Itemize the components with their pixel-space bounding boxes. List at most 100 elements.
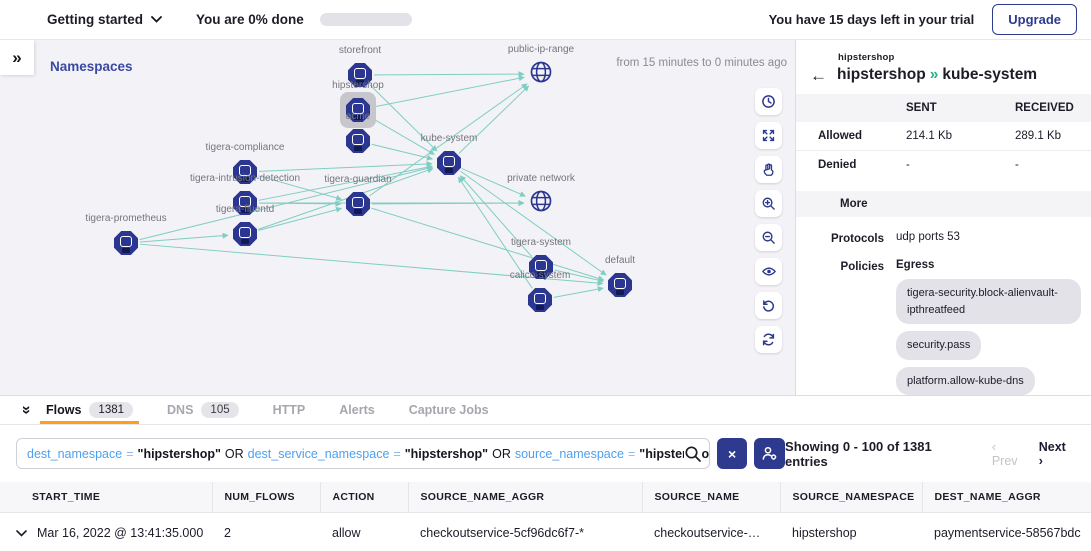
policy-badge[interactable]: platform.allow-kube-dns	[896, 367, 1035, 396]
tab-bar: » Flows1381 DNS105 HTTP Alerts Capture Jobs	[0, 396, 1091, 425]
sidebar-expand-button[interactable]: »	[0, 40, 34, 75]
traffic-col-header: SENT	[892, 94, 1007, 122]
flow-filter-input[interactable]: dest_namespace="hipstershop"ORdest_servi…	[16, 438, 710, 469]
namespace-icon	[608, 273, 632, 297]
pan-button[interactable]	[755, 156, 782, 183]
policy-badge[interactable]: security.pass	[896, 331, 981, 360]
pagination-summary: Showing 0 - 100 of 1381 entries	[785, 439, 976, 469]
flow-col-header[interactable]: SOURCE_NAME_AGGR	[408, 482, 642, 513]
flow-col-header[interactable]: SOURCE_NAME	[642, 482, 780, 513]
traffic-row: Denied--	[796, 151, 1091, 180]
flow-row[interactable]: Mar 16, 2022 @ 13:41:35.0002allowcheckou…	[0, 513, 1091, 551]
top-bar: Getting started You are 0% done You have…	[0, 0, 1091, 40]
tab-count-badge: 1381	[89, 402, 133, 418]
back-arrow-icon[interactable]: ←	[810, 67, 827, 84]
refresh-button[interactable]	[755, 326, 782, 353]
prev-page-link[interactable]: ‹ Prev	[992, 440, 1025, 468]
graph-node-kube-system[interactable]	[431, 145, 467, 181]
detail-panel: hipstershop ← hipstershop»kube-system SE…	[795, 40, 1091, 395]
collapse-panel-icon[interactable]: »	[17, 400, 35, 420]
namespace-icon	[348, 63, 372, 87]
graph-node-calico-system[interactable]	[522, 282, 558, 318]
flow-cell: hipstershop	[780, 513, 922, 551]
namespace-icon	[437, 151, 461, 175]
graph-node-tigera-fluentd[interactable]	[227, 216, 263, 252]
tab-capture-jobs[interactable]: Capture Jobs	[407, 396, 491, 424]
tab-flows[interactable]: Flows1381	[44, 396, 135, 424]
filter-token-kw: OR	[225, 447, 248, 461]
title-source: hipstershop	[837, 66, 926, 83]
zoom-in-icon	[761, 196, 776, 211]
graph-node-storefront[interactable]	[342, 57, 378, 93]
traffic-cell: Allowed	[796, 122, 892, 151]
flow-col-header[interactable]: START_TIME	[0, 482, 212, 513]
flow-col-header[interactable]: ACTION	[320, 482, 408, 513]
namespace-icon	[528, 288, 552, 312]
search-icon[interactable]	[684, 445, 702, 466]
tab-label: Alerts	[339, 403, 374, 417]
graph-node-tigera-system[interactable]	[523, 249, 559, 285]
flow-col-header[interactable]: DEST_NAME_AGGR	[922, 482, 1091, 513]
filter-token-field: source_namespace	[515, 447, 624, 461]
traffic-col-header	[796, 94, 892, 122]
tab-alerts[interactable]: Alerts	[337, 396, 376, 424]
graph-toolbar	[755, 88, 782, 353]
filter-token-field: dest_namespace	[27, 447, 122, 461]
namespace-icon	[233, 191, 257, 215]
tab-http[interactable]: HTTP	[271, 396, 308, 424]
flows-table: START_TIMENUM_FLOWSACTIONSOURCE_NAME_AGG…	[0, 482, 1091, 551]
more-section-header[interactable]: More	[796, 191, 1091, 217]
clear-filter-button[interactable]: ×	[717, 438, 748, 469]
row-expand-icon[interactable]	[16, 526, 27, 540]
getting-started-menu[interactable]: Getting started	[47, 12, 162, 27]
visibility-icon	[761, 264, 777, 279]
filter-token-op: =	[389, 447, 404, 461]
namespace-icon	[346, 129, 370, 153]
graph-node-public-ip-range[interactable]	[523, 56, 559, 92]
chevron-down-icon	[151, 16, 162, 23]
visibility-button[interactable]	[755, 258, 782, 285]
progress-bar	[320, 13, 412, 26]
history-button[interactable]	[755, 88, 782, 115]
upgrade-button[interactable]: Upgrade	[992, 4, 1077, 35]
traffic-cell: -	[1007, 151, 1091, 180]
history-icon	[761, 94, 776, 109]
tab-dns[interactable]: DNS105	[165, 396, 241, 424]
person-gear-icon	[761, 445, 778, 462]
zoom-in-button[interactable]	[755, 190, 782, 217]
tab-label: Capture Jobs	[409, 403, 489, 417]
traffic-cell: Denied	[796, 151, 892, 180]
filter-token-kw: OR	[492, 447, 515, 461]
policies-label: Policies	[796, 259, 884, 395]
graph-node-tigera-guardian[interactable]	[340, 186, 376, 222]
namespace-icon	[346, 192, 370, 216]
undo-button[interactable]	[755, 292, 782, 319]
filter-token-op: =	[122, 447, 137, 461]
traffic-cell: 289.1 Kb	[1007, 122, 1091, 151]
panel-title: hipstershop»kube-system	[837, 66, 1037, 84]
graph-node-acme[interactable]	[340, 123, 376, 159]
fit-screen-button[interactable]	[755, 122, 782, 149]
graph-node-default[interactable]	[602, 267, 638, 303]
traffic-cell: 214.1 Kb	[892, 122, 1007, 151]
globe-icon	[528, 59, 554, 90]
egress-label: Egress	[896, 259, 1081, 271]
flow-cell: checkoutservice-5cf96dc6f7-*	[408, 513, 642, 551]
zoom-out-icon	[761, 230, 776, 245]
zoom-out-button[interactable]	[755, 224, 782, 251]
traffic-col-header: RECEIVED	[1007, 94, 1091, 122]
traffic-table: SENTRECEIVED Allowed214.1 Kb289.1 Kb Deni…	[796, 94, 1091, 179]
filter-token-op: =	[624, 447, 639, 461]
next-page-link[interactable]: Next ›	[1039, 440, 1073, 468]
policy-badge[interactable]: tigera-security.block-alienvault-ipthrea…	[896, 279, 1081, 324]
title-dest: kube-system	[942, 66, 1037, 83]
flow-cell: 2	[212, 513, 320, 551]
graph-node-private-network[interactable]	[523, 185, 559, 221]
graph-node-tigera-prometheus[interactable]	[108, 225, 144, 261]
flow-col-header[interactable]: NUM_FLOWS	[212, 482, 320, 513]
namespace-icon	[529, 255, 553, 279]
user-settings-button[interactable]	[754, 438, 785, 469]
flow-col-header[interactable]: SOURCE_NAMESPACE	[780, 482, 922, 513]
namespace-icon	[233, 222, 257, 246]
tab-label: HTTP	[273, 403, 306, 417]
